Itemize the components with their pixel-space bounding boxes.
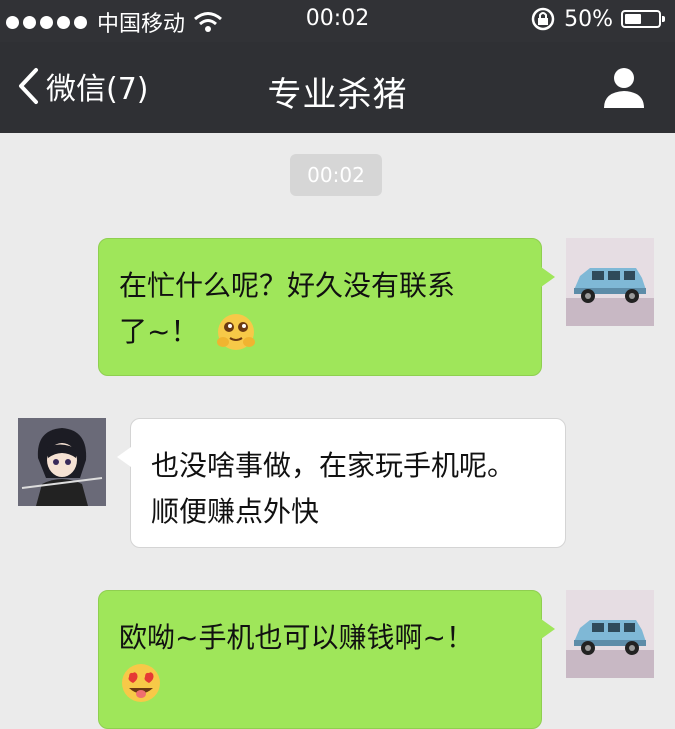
contact-info-icon[interactable] <box>601 64 647 110</box>
outgoing-message-bubble[interactable]: 欧呦~手机也可以赚钱啊~！ <box>98 590 555 729</box>
contact-avatar[interactable] <box>18 418 106 506</box>
chat-title: 专业杀猪 <box>267 75 408 115</box>
status-bar: 中国移动 00:02 50% <box>0 0 675 42</box>
heart-eyes-tongue-emoji-icon <box>122 664 160 702</box>
my-avatar[interactable] <box>566 238 654 326</box>
bubble-tail <box>541 267 555 287</box>
bubble-tail <box>541 619 555 639</box>
blue-car-avatar-icon <box>566 238 654 326</box>
rotation-lock-icon <box>531 7 555 31</box>
blue-car-avatar-icon <box>566 590 654 678</box>
status-right: 50% <box>530 6 665 32</box>
message-text-line: 也没啥事做，在家玩手机呢。 <box>151 449 516 482</box>
navigation-bar: 微信(7) 专业杀猪 <box>0 42 675 133</box>
outgoing-message-bubble[interactable]: 在忙什么呢？好久没有联系 了~！ <box>98 238 555 376</box>
message-text-line: 欧呦~手机也可以赚钱啊~！ <box>119 621 474 654</box>
battery-icon <box>621 10 665 28</box>
battery-percent: 50% <box>564 6 613 32</box>
anime-character-avatar-icon <box>18 418 106 506</box>
message-emoji-line <box>119 661 521 705</box>
message-timestamp: 00:02 <box>290 154 382 196</box>
bubble-tail <box>117 447 131 467</box>
message-text-line-2: 顺便赚点外快 <box>151 495 320 528</box>
incoming-message-bubble[interactable]: 也没啥事做，在家玩手机呢。 顺便赚点外快 <box>117 418 566 548</box>
message-text-line: 在忙什么呢？好久没有联系 <box>119 269 456 302</box>
hug-face-emoji-icon <box>217 314 256 350</box>
message-text-line-2: 了~！ <box>119 309 521 355</box>
my-avatar[interactable] <box>566 590 654 678</box>
